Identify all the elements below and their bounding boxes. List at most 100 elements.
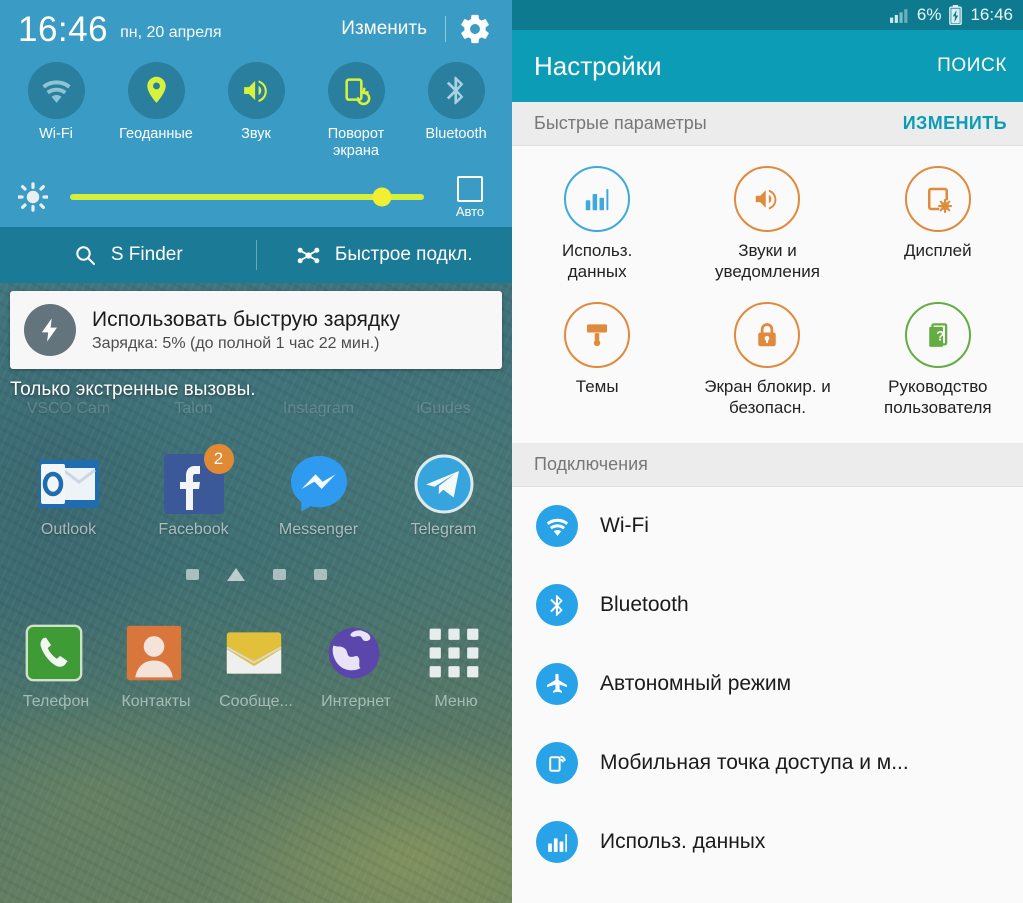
dual-screenshot: 16:46 пн, 20 апреля Изменить Wi-Fi Геода… bbox=[0, 0, 1023, 903]
app-label: Outlook bbox=[40, 521, 97, 539]
dock-label: Сообще... bbox=[219, 693, 293, 711]
quick-toggle-wifi[interactable]: Wi-Fi bbox=[6, 62, 106, 159]
settings-action-bar: Настройки ПОИСК bbox=[512, 30, 1023, 102]
quick-setting-label: Темы bbox=[575, 377, 619, 397]
auto-brightness-toggle[interactable]: Авто bbox=[442, 175, 498, 219]
quick-toggle-screen-rotation[interactable]: Поворот экрана bbox=[306, 62, 406, 159]
quick-setting-sounds-notifications[interactable]: Звуки и уведомления bbox=[682, 160, 852, 296]
dock-app-messages[interactable]: Сообще... bbox=[206, 623, 306, 711]
settings-item-label: Мобильная точка доступа и м... bbox=[600, 751, 909, 775]
quick-toggle-label: Поворот экрана bbox=[327, 126, 385, 159]
edit-quick-settings-button[interactable]: ИЗМЕНИТЬ bbox=[903, 113, 1007, 134]
app-label: Talon bbox=[174, 400, 213, 418]
quick-setting-label: Дисплей bbox=[904, 241, 972, 260]
settings-item-airplane-mode[interactable]: Автономный режим bbox=[512, 645, 1023, 724]
checkbox-icon[interactable] bbox=[457, 175, 483, 202]
gear-icon[interactable] bbox=[458, 12, 492, 46]
dock-app-contacts[interactable]: Контакты bbox=[106, 623, 206, 711]
brightness-slider[interactable] bbox=[70, 187, 424, 207]
settings-item-data-usage[interactable]: Использ. данных bbox=[512, 803, 1023, 882]
battery-charging-icon bbox=[949, 5, 963, 25]
search-button[interactable]: ПОИСК bbox=[937, 55, 1007, 77]
quick-settings-panel: 16:46 пн, 20 апреля Изменить Wi-Fi Геода… bbox=[0, 0, 512, 228]
settings-item-bluetooth[interactable]: Bluetooth bbox=[512, 566, 1023, 645]
quick-settings-section-header: Быстрые параметры ИЗМЕНИТЬ bbox=[512, 102, 1023, 146]
settings-item-mobile-hotspot[interactable]: Мобильная точка доступа и м... bbox=[512, 724, 1023, 803]
page-dot[interactable] bbox=[272, 568, 286, 580]
app-label: Telegram bbox=[410, 521, 477, 539]
quick-toggle-label: Геоданные bbox=[119, 126, 193, 142]
themes-brush-icon bbox=[582, 320, 612, 350]
toggle-circle bbox=[327, 62, 385, 119]
page-title: Настройки bbox=[534, 50, 662, 81]
apps-menu-icon bbox=[424, 623, 488, 687]
quick-setting-data-usage[interactable]: Использ. данных bbox=[512, 160, 682, 296]
dock-app-menu[interactable]: Меню bbox=[406, 623, 506, 711]
s-finder-button[interactable]: S Finder bbox=[0, 243, 256, 267]
quick-panel-header-actions: Изменить bbox=[333, 12, 498, 46]
quick-toggle-sound[interactable]: Звук bbox=[206, 62, 306, 159]
svg-text:?: ? bbox=[936, 329, 944, 344]
connections-list: Wi-Fi Bluetooth Автономный режим Мобильн… bbox=[512, 486, 1023, 882]
settings-item-label: Bluetooth bbox=[600, 593, 689, 617]
home-apps-row-2: Outlook 2 Facebook Messenger Telegram bbox=[0, 444, 512, 539]
home-page-indicator-icon[interactable] bbox=[226, 567, 245, 581]
mobile-hotspot-icon bbox=[536, 742, 578, 785]
quick-connect-button[interactable]: Быстрое подкл. bbox=[257, 243, 513, 268]
dock-app-phone[interactable]: Телефон bbox=[6, 623, 106, 711]
quick-setting-user-manual[interactable]: ? Руководство пользователя bbox=[853, 296, 1023, 432]
settings-item-label: Wi-Fi bbox=[600, 514, 649, 538]
quick-toggle-location[interactable]: Геоданные bbox=[106, 62, 206, 159]
quick-connect-label: Быстрое подкл. bbox=[334, 244, 473, 266]
home-app-outlook[interactable]: Outlook bbox=[6, 452, 131, 539]
notification-title: Использовать быструю зарядку bbox=[92, 308, 401, 332]
section-title: Быстрые параметры bbox=[534, 113, 707, 133]
settings-item-wifi[interactable]: Wi-Fi bbox=[512, 487, 1023, 566]
battery-percent: 6% bbox=[916, 5, 942, 24]
icon-circle bbox=[904, 166, 971, 232]
icon-circle bbox=[564, 302, 631, 369]
user-manual-help-icon: ? bbox=[923, 320, 953, 350]
notification-subtitle: Зарядка: 5% (до полной 1 час 22 мин.) bbox=[92, 335, 380, 353]
quick-toggle-bluetooth[interactable]: Bluetooth bbox=[406, 62, 506, 159]
screen-rotation-icon bbox=[340, 75, 372, 107]
quick-toggle-label: Wi-Fi bbox=[39, 126, 73, 142]
sound-volume-icon bbox=[752, 184, 782, 214]
s-finder-label: S Finder bbox=[110, 244, 183, 266]
quick-setting-label: Звуки и уведомления bbox=[715, 241, 820, 281]
app-label: Messenger bbox=[278, 521, 359, 539]
quick-setting-themes[interactable]: Темы bbox=[512, 296, 682, 432]
fast-charging-bolt-icon bbox=[24, 304, 76, 357]
home-app-facebook[interactable]: 2 Facebook bbox=[131, 444, 256, 539]
dock-app-internet[interactable]: Интернет bbox=[306, 623, 406, 711]
dock-label: Интернет bbox=[321, 693, 391, 711]
sfinder-quickconnect-bar: S Finder Быстрое подкл. bbox=[0, 227, 513, 284]
outlook-icon bbox=[37, 452, 101, 516]
bluetooth-icon bbox=[536, 584, 578, 627]
notification-area: Использовать быструю зарядку Зарядка: 5%… bbox=[0, 283, 512, 370]
app-label: VSCO Cam bbox=[26, 400, 111, 418]
contacts-icon bbox=[124, 623, 188, 687]
quick-panel-header: 16:46 пн, 20 апреля Изменить bbox=[0, 0, 512, 58]
messenger-icon bbox=[287, 452, 351, 516]
auto-brightness-label: Авто bbox=[455, 203, 485, 219]
emergency-calls-text: Только экстренные вызовы. bbox=[10, 379, 256, 401]
icon-circle bbox=[734, 166, 801, 232]
section-title: Подключения bbox=[534, 453, 648, 474]
quick-settings-grid: Использ. данных Звуки и уведомления Дисп… bbox=[512, 146, 1023, 443]
page-dot[interactable] bbox=[185, 568, 199, 580]
home-app-messenger[interactable]: Messenger bbox=[256, 452, 381, 539]
brightness-slider-thumb[interactable] bbox=[372, 187, 392, 207]
fast-charging-notification[interactable]: Использовать быструю зарядку Зарядка: 5%… bbox=[10, 291, 502, 370]
quick-setting-display[interactable]: Дисплей bbox=[853, 160, 1023, 296]
bluetooth-icon bbox=[440, 74, 473, 107]
edit-toggles-button[interactable]: Изменить bbox=[333, 14, 441, 44]
settings-item-label: Автономный режим bbox=[600, 672, 792, 696]
right-screen-settings: 6% 16:46 Настройки ПОИСК Быстрые парамет… bbox=[512, 0, 1023, 903]
quick-setting-lockscreen-security[interactable]: Экран блокир. и безопасн. bbox=[682, 296, 852, 432]
quick-setting-label: Использ. данных bbox=[562, 241, 633, 281]
internet-globe-icon bbox=[324, 623, 388, 687]
page-dot[interactable] bbox=[313, 568, 327, 580]
home-app-telegram[interactable]: Telegram bbox=[381, 452, 506, 539]
quick-setting-label: Руководство пользователя bbox=[883, 377, 992, 418]
